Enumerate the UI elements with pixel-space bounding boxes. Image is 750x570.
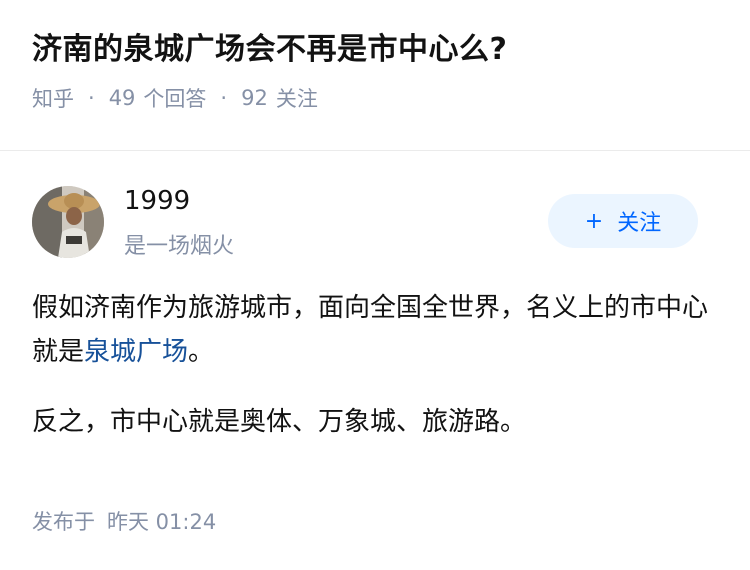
answer-count: 49 [108, 86, 136, 110]
author-name[interactable]: 1999 [124, 186, 190, 216]
answer-content: 假如济南作为旅游城市，面向全国全世界，名义上的市中心就是泉城广场。 反之，市中心… [32, 286, 710, 470]
follow-button[interactable]: + 关注 [548, 194, 698, 248]
meta-separator: · [88, 86, 95, 110]
follower-count-label: 关注 [275, 87, 318, 111]
publish-info: 发布于 昨天 01:24 [32, 506, 216, 536]
question-header: 济南的泉城广场会不再是市中心么? 知乎 · 49 个回答 · 92 关注 [32, 30, 718, 113]
plus-icon: + [584, 208, 604, 234]
topic-link[interactable]: 泉城广场 [84, 337, 188, 367]
answer-paragraph: 反之，市中心就是奥体、万象城、旅游路。 [32, 407, 527, 437]
answer-paragraph: 假如济南作为旅游城市，面向全国全世界，名义上的市中心就是泉城广场。 [32, 286, 710, 374]
question-meta: 知乎 · 49 个回答 · 92 关注 [32, 83, 718, 113]
author-bio: 是一场烟火 [124, 234, 235, 259]
source-label: 知乎 [32, 87, 74, 111]
section-divider [0, 150, 750, 151]
avatar-image-icon [32, 186, 104, 258]
avatar[interactable] [32, 186, 104, 258]
question-title[interactable]: 济南的泉城广场会不再是市中心么? [32, 30, 718, 69]
follower-count: 92 [241, 86, 268, 110]
answer-count-label: 个回答 [143, 87, 207, 111]
answer-text: 。 [188, 337, 215, 367]
author-card: 1999 是一场烟火 + 关注 [32, 186, 698, 259]
meta-separator: · [220, 86, 228, 110]
publish-label: 发布于 [32, 510, 95, 534]
follow-button-label: 关注 [617, 211, 662, 236]
publish-time: 昨天 01:24 [107, 510, 217, 534]
